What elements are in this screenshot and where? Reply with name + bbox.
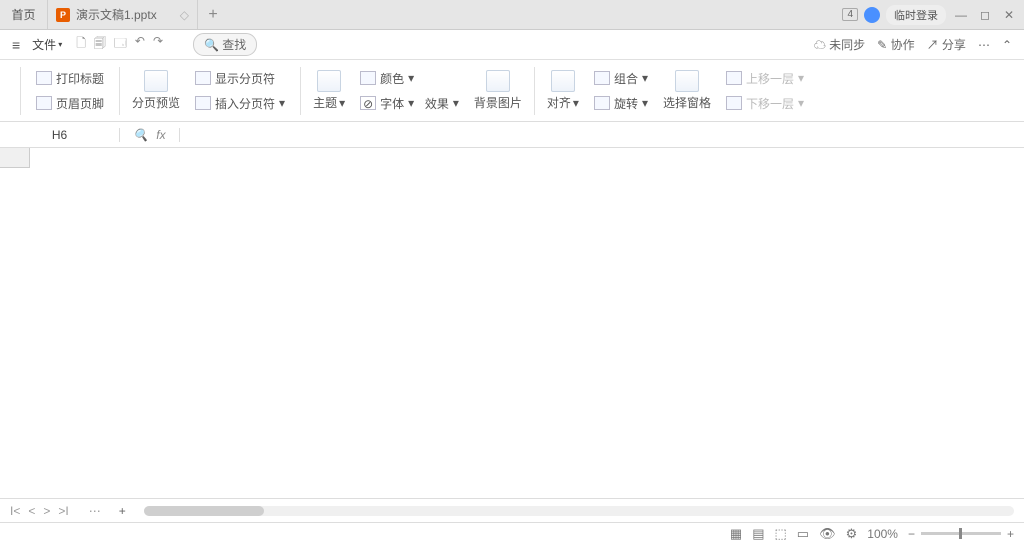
add-sheet-button[interactable]: + [111,504,134,518]
file-type-icon: P [56,8,70,22]
qa-preview-icon[interactable]: 🗔 [114,34,127,55]
document-tab[interactable]: P 演示文稿1.pptx ◇ [48,0,198,29]
window-count-badge[interactable]: 4 [842,8,858,21]
avatar[interactable] [864,7,880,23]
formula-bar: H6 🔍 fx [0,122,1024,148]
view-grid-icon[interactable]: ▤ [752,526,764,542]
ribbon-header-footer[interactable]: 页眉页脚 [33,93,107,114]
ribbon-rotate[interactable]: 旋转 ▾ [591,93,651,114]
fx-icon[interactable]: fx [156,128,165,142]
select-all-corner[interactable] [0,148,30,168]
view-normal-icon[interactable]: ▦ [730,526,742,542]
menu-bar: ≡ 文件▾ 🗋 🗐 🗔 ↶ ↷ 🔍 查找 ☁ 未同步 ✎ 协作 ↗ 分享 ⋯ ⌃ [0,30,1024,60]
more-menu-icon[interactable]: ⋯ [978,38,990,52]
ribbon-selection-pane[interactable]: 选择窗格 [663,70,711,111]
file-menu[interactable]: 文件▾ [28,34,66,55]
ribbon-page-break-preview[interactable]: 分页预览 [132,70,180,111]
ribbon-bring-forward: 上移一层 ▾ [723,68,807,89]
ribbon-print-title[interactable]: 打印标题 [33,68,107,89]
view-page-icon[interactable]: ⬚ [775,526,787,542]
ribbon: 打印标题 页眉页脚 分页预览 显示分页符 插入分页符 ▾ 主题▾ 颜色 ▾ ⊘字… [0,60,1024,122]
tab-label: 演示文稿1.pptx [76,6,157,23]
close-window-button[interactable]: ✕ [1000,8,1018,22]
collaborate-button[interactable]: ✎ 协作 [877,36,914,53]
tab-options-icon[interactable]: ◇ [180,8,189,22]
share-button[interactable]: ↗ 分享 [927,36,966,53]
view-settings-icon[interactable]: ⚙ [846,526,858,542]
ribbon-insert-page-break[interactable]: 插入分页符 ▾ [192,93,288,114]
sheet-nav-prev-icon[interactable]: < [28,504,35,518]
view-reading-icon[interactable]: ▭ [797,526,809,542]
status-bar: ▦ ▤ ⬚ ▭ 👁 ⚙ 100% − + [0,522,1024,544]
horizontal-scrollbar[interactable] [144,506,1014,516]
ribbon-group[interactable]: 组合 ▾ [591,68,651,89]
sheet-more-icon[interactable]: ⋯ [79,504,111,518]
sheet-tab-bar: I< < > >I ⋯ + [0,498,1024,522]
ribbon-colors[interactable]: 颜色 ▾ [357,68,462,89]
ribbon-align[interactable]: 对齐▾ [547,70,579,111]
new-tab-button[interactable]: + [198,0,228,29]
tab-home[interactable]: 首页 [0,0,48,29]
sheet-nav-last-icon[interactable]: >I [58,504,68,518]
sheet-nav-next-icon[interactable]: > [43,504,50,518]
fx-cancel-icon[interactable]: 🔍 [133,128,148,142]
zoom-slider[interactable]: − + [908,527,1014,541]
qa-save-icon[interactable]: 🗋 [76,34,86,55]
minimize-button[interactable]: — [952,8,970,22]
document-tabs: 首页 P 演示文稿1.pptx ◇ + 4 临时登录 — ◻ ✕ [0,0,1024,30]
ribbon-show-page-break[interactable]: 显示分页符 [192,68,288,89]
ribbon-theme[interactable]: 主题▾ [313,70,345,111]
login-status[interactable]: 临时登录 [886,5,946,25]
qa-redo-icon[interactable]: ↷ [153,34,163,55]
maximize-button[interactable]: ◻ [976,8,994,22]
ribbon-background[interactable]: 背景图片 [474,70,522,111]
find-button[interactable]: 🔍 查找 [193,33,257,56]
zoom-level[interactable]: 100% [867,527,898,541]
spreadsheet-grid [0,148,1024,498]
ribbon-collapse-icon[interactable]: ⌃ [1002,38,1012,52]
hamburger-icon[interactable]: ≡ [8,37,24,53]
ribbon-send-backward: 下移一层 ▾ [723,93,807,114]
zoom-in-button[interactable]: + [1007,527,1014,541]
quick-access-toolbar: 🗋 🗐 🗔 ↶ ↷ [70,34,169,55]
ribbon-fonts[interactable]: ⊘字体 ▾ 效果 ▾ [357,93,462,114]
sync-status[interactable]: ☁ 未同步 [814,36,865,53]
zoom-out-button[interactable]: − [908,527,915,541]
sheet-nav-first-icon[interactable]: I< [10,504,20,518]
qa-print-icon[interactable]: 🗐 [94,34,106,55]
name-box[interactable]: H6 [0,128,120,142]
qa-undo-icon[interactable]: ↶ [135,34,145,55]
view-eye-icon[interactable]: 👁 [819,526,836,542]
